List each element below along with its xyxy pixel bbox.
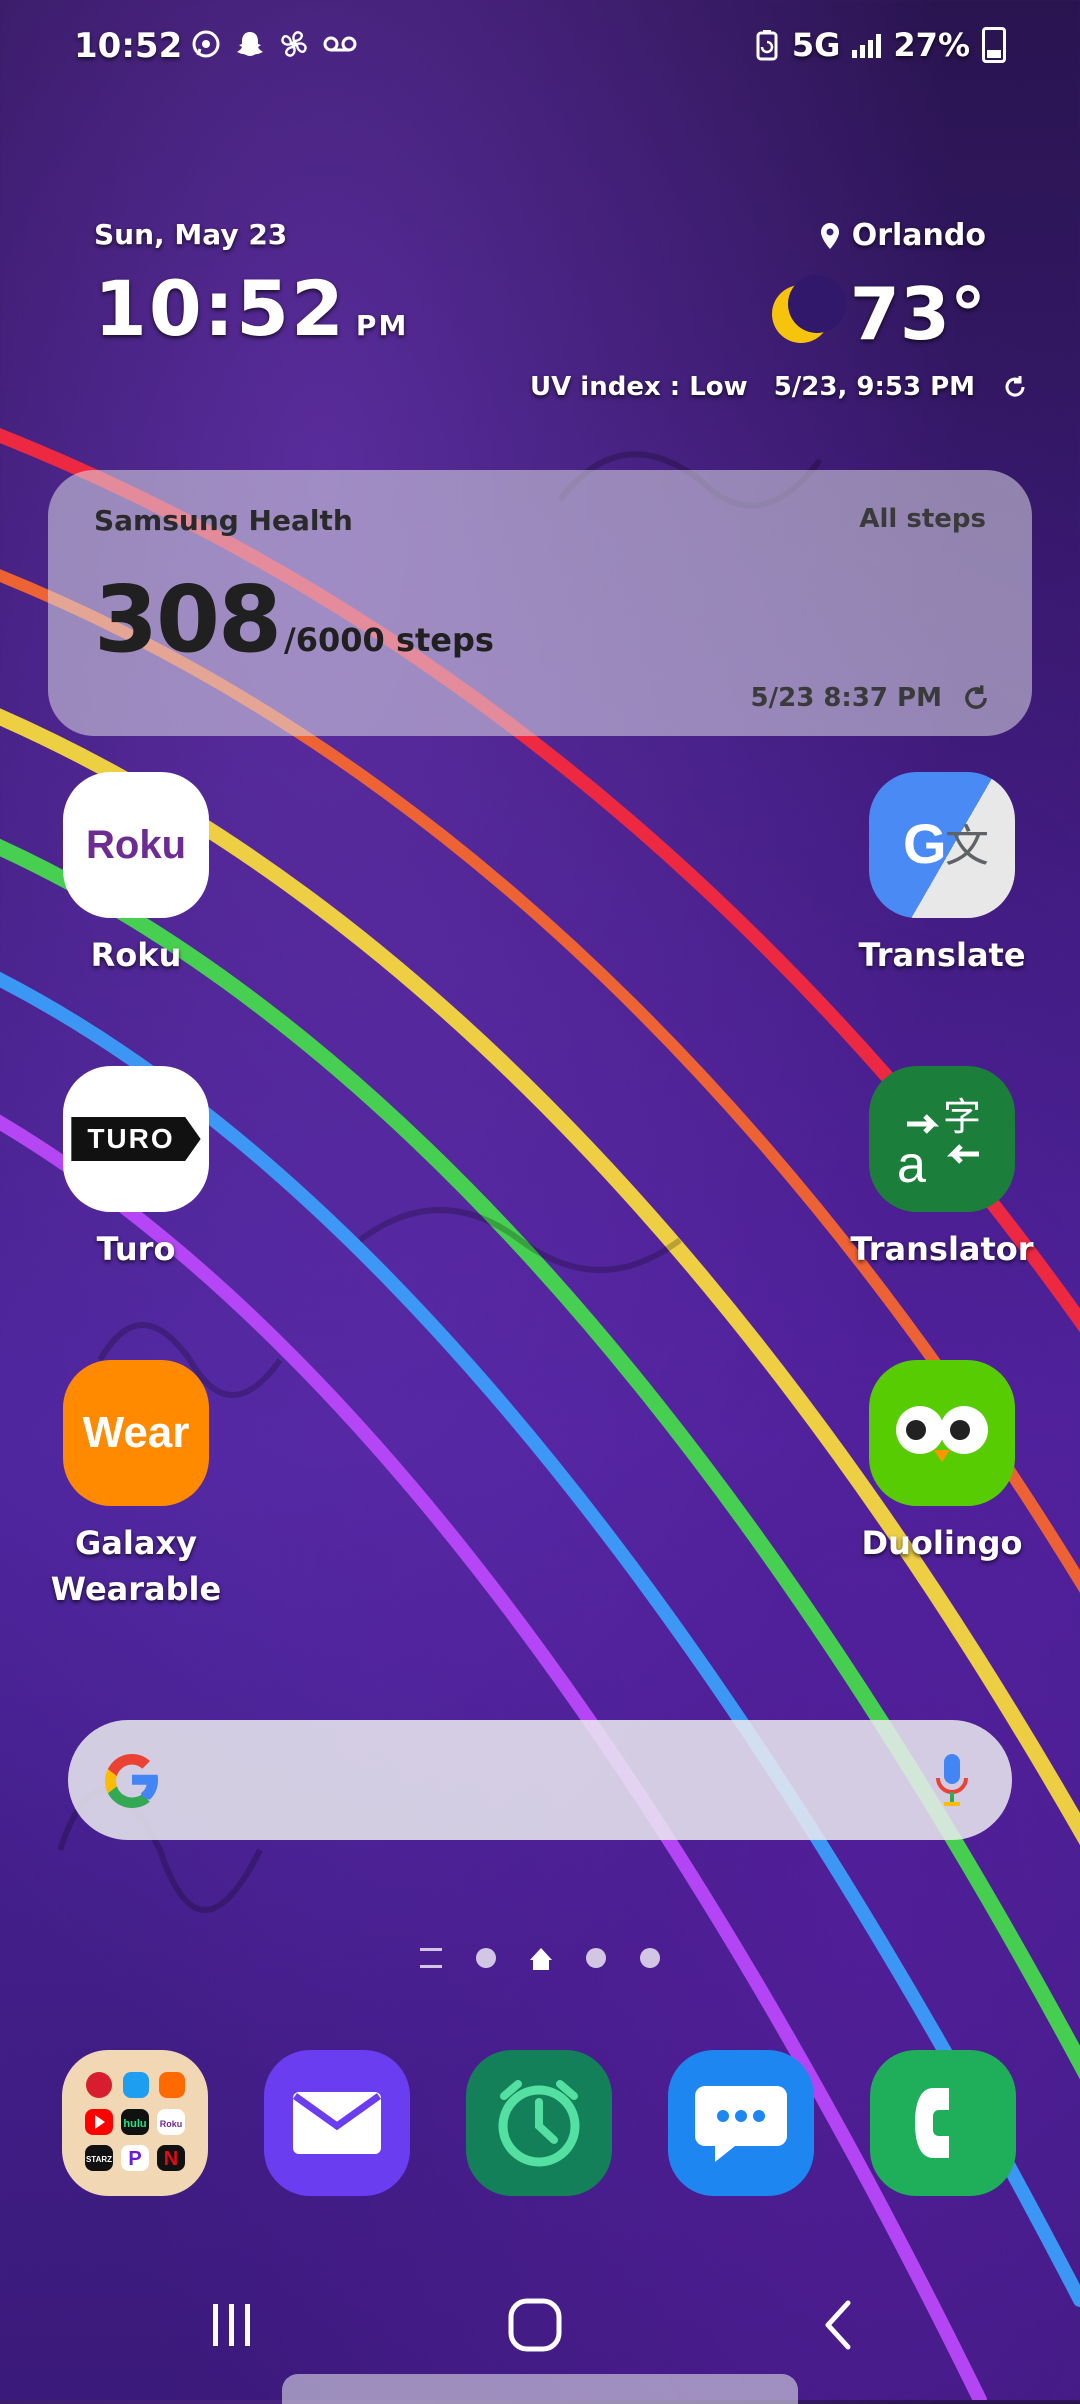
translator-icon: 字 a [869, 1066, 1015, 1212]
page-indicator[interactable] [420, 1948, 660, 1970]
location-name: Orlando [851, 218, 986, 253]
page-dot [476, 1948, 496, 1968]
dock: hulu Roku STARZ P N [0, 2046, 1080, 2206]
location-pin-icon [820, 222, 839, 249]
snapchat-icon [237, 32, 263, 56]
back-icon [825, 2300, 851, 2350]
step-count: 308/6000 steps [94, 566, 494, 673]
turo-logo-text: TURO [71, 1117, 201, 1161]
google-icon [105, 1754, 158, 1808]
hulu-text: hulu [123, 2118, 146, 2130]
app-alarm-clock[interactable] [466, 2050, 612, 2196]
recent-apps-icon [213, 2304, 250, 2346]
svg-text:a: a [897, 1136, 926, 1194]
wear-logo-text: Wear [82, 1408, 190, 1457]
app-label-line2: Wearable [50, 1570, 222, 1608]
messages-icon [695, 2086, 787, 2162]
widget-date: Sun, May 23 [94, 218, 288, 251]
network-type: 5G [791, 26, 841, 64]
svg-text:P: P [128, 2148, 141, 2170]
app-translate[interactable]: G 文 Translate [842, 772, 1042, 978]
status-right: 5G 27% [754, 26, 1006, 64]
temperature: 73° [849, 272, 986, 356]
fan-icon [281, 31, 307, 57]
signal-icon [852, 32, 882, 58]
roku-mini-text: Roku [160, 2119, 183, 2129]
moon-icon [771, 275, 846, 343]
app-label: Roku [90, 936, 182, 974]
google-search-bar[interactable] [68, 1720, 1012, 1840]
app-label: Duolingo [861, 1524, 1023, 1562]
svg-text:N: N [164, 2148, 178, 2170]
whatsapp-icon [192, 30, 220, 58]
wear-icon: Wear [63, 1360, 209, 1506]
roku-icon: Roku [63, 772, 209, 918]
app-label-line1: Galaxy [75, 1524, 197, 1562]
clock-time: 10:52 [94, 264, 346, 353]
svg-text:G: G [903, 812, 947, 875]
app-translator[interactable]: 字 a Translator [842, 1066, 1042, 1272]
roku-logo-text: Roku [86, 822, 186, 867]
uv-index: UV index : Low [530, 372, 748, 402]
app-duolingo[interactable]: Duolingo [842, 1360, 1042, 1566]
turo-icon: TURO [63, 1066, 209, 1212]
google-translate-icon: G 文 [869, 772, 1015, 918]
page-dot [586, 1948, 606, 1968]
clock-ampm: PM [355, 309, 409, 342]
app-turo[interactable]: TURO Turo [36, 1066, 236, 1272]
app-phone[interactable] [870, 2050, 1016, 2196]
battery-percent: 27% [893, 26, 970, 64]
voicemail-icon [323, 36, 357, 52]
home-page-icon [530, 1948, 552, 1970]
home-icon [508, 2298, 562, 2352]
app-email[interactable] [264, 2050, 410, 2196]
app-label: Translator [850, 1230, 1034, 1268]
phone-icon [915, 2088, 949, 2158]
notification-icons [190, 28, 358, 60]
duolingo-owl-icon [869, 1360, 1015, 1506]
alarm-clock-icon [498, 2080, 580, 2167]
app-roku[interactable]: Roku Roku [36, 772, 236, 978]
home-button[interactable] [475, 2290, 595, 2360]
steps-value: 308 [94, 566, 282, 673]
status-time: 10:52 [74, 26, 183, 66]
app-folder[interactable]: hulu Roku STARZ P N [62, 2050, 208, 2196]
page-indicator-menu-icon [420, 1948, 442, 1968]
health-updated-time: 5/23 8:37 PM [750, 683, 942, 713]
battery-saver-icon [756, 30, 778, 61]
health-updated: 5/23 8:37 PM [751, 682, 992, 714]
samsung-health-widget[interactable]: Samsung Health All steps 308/6000 steps … [48, 470, 1032, 736]
svg-text:字: 字 [943, 1095, 981, 1139]
app-galaxy-wearable[interactable]: Wear Galaxy Wearable [36, 1360, 236, 1612]
health-filter: All steps [859, 504, 986, 534]
email-icon [292, 2092, 382, 2154]
refresh-icon[interactable] [960, 682, 992, 714]
back-button[interactable] [778, 2290, 898, 2360]
refresh-icon[interactable] [1001, 373, 1029, 401]
weather-location[interactable]: Orlando [818, 218, 986, 253]
app-messages[interactable] [668, 2050, 814, 2196]
health-title: Samsung Health [94, 504, 353, 537]
starz-text: STARZ [86, 2155, 112, 2164]
weather-details: UV index : Low 5/23, 9:53 PM [530, 372, 1029, 402]
svg-text:文: 文 [945, 821, 989, 872]
widget-clock[interactable]: 10:52 PM [94, 264, 408, 353]
app-label: Turo [96, 1230, 176, 1268]
folder-apps-icon: hulu Roku STARZ P N [85, 2072, 185, 2171]
weather-updated: 5/23, 9:53 PM [773, 372, 976, 402]
microphone-icon[interactable] [932, 1750, 972, 1810]
battery-icon [982, 27, 1006, 63]
steps-goal: /6000 steps [284, 621, 494, 659]
app-label: Galaxy Wearable [36, 1520, 236, 1612]
status-bar: 10:52 5G 27% [0, 0, 1080, 96]
recent-apps-button[interactable] [172, 2290, 292, 2360]
page-dot [640, 1948, 660, 1968]
weather-current[interactable]: 73° [771, 272, 986, 356]
app-label: Translate [858, 936, 1026, 974]
navigation-bar [0, 2270, 1080, 2380]
